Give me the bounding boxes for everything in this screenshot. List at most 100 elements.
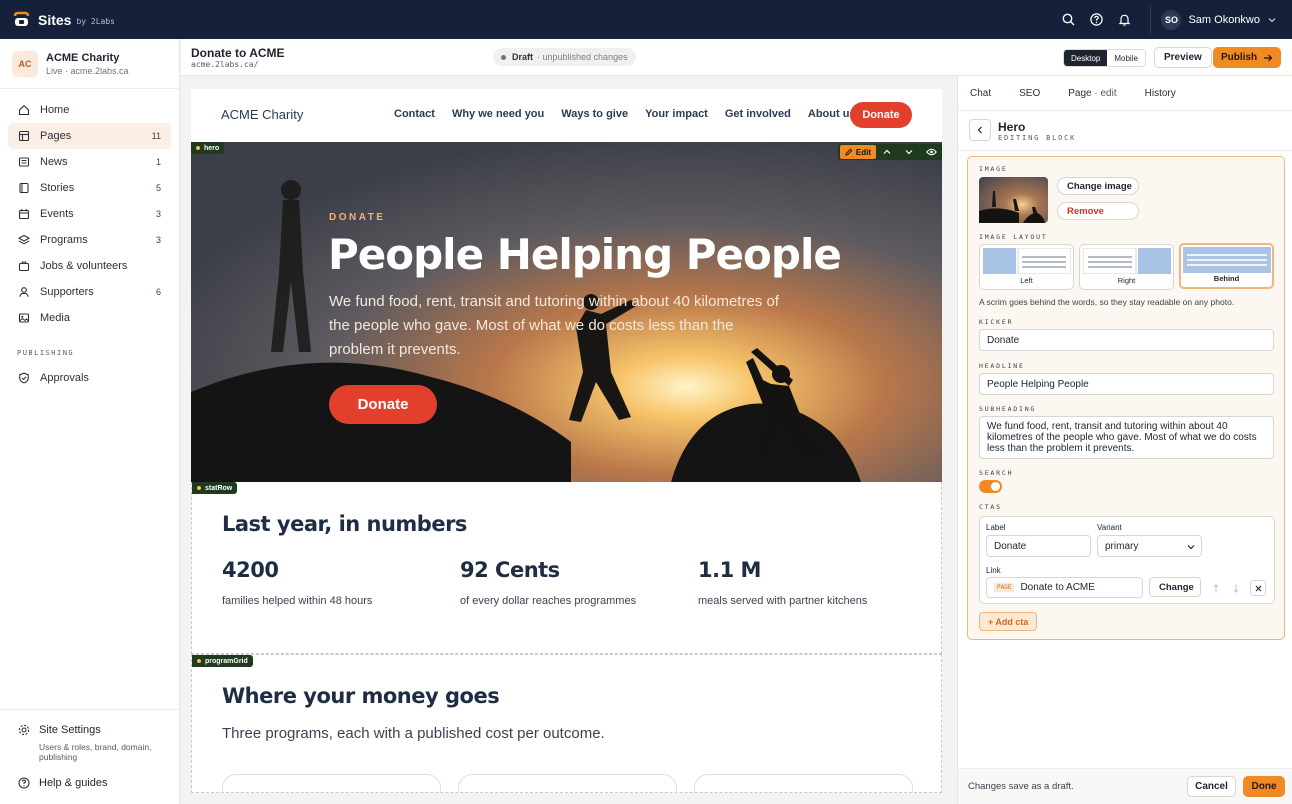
help-guides-link[interactable]: Help & guides <box>18 777 108 789</box>
tab-chat[interactable]: Chat <box>970 88 991 99</box>
block-tag-statrow[interactable]: statRow <box>192 482 238 494</box>
save-hint: Changes save as a draft. <box>968 781 1074 792</box>
user-name: Sam Okonkwo <box>1188 13 1260 26</box>
sidebar-item-label: Jobs & volunteers <box>40 260 128 272</box>
mobile-toggle[interactable]: Mobile <box>1107 50 1145 66</box>
kicker-input[interactable]: Donate <box>979 329 1274 351</box>
sidebar-item-events[interactable]: Events 3 <box>8 201 171 227</box>
block-tag-programgrid[interactable]: programGrid <box>192 655 253 667</box>
draft-status-badge: Draft · unpublished changes <box>493 48 636 66</box>
cta-variant-label: Variant <box>1097 523 1122 532</box>
site-nav-link[interactable]: Get involved <box>725 108 791 120</box>
program-card[interactable] <box>222 774 441 793</box>
site-nav-link[interactable]: Your impact <box>645 108 708 120</box>
move-down-icon[interactable] <box>898 144 920 160</box>
image-label: IMAGE <box>979 165 1008 173</box>
layout-option-right[interactable]: Right <box>1079 244 1174 290</box>
subheading-label: SUBHEADING <box>979 405 1037 413</box>
stat-label: meals served with partner kitchens <box>698 595 868 607</box>
hero-donate-button[interactable]: Donate <box>329 385 437 424</box>
cta-link-label: Link <box>986 566 1001 575</box>
cta-label-input[interactable]: Donate <box>986 535 1091 557</box>
cta-variant-select[interactable]: primary <box>1097 535 1202 557</box>
sidebar-item-label: Events <box>40 208 74 220</box>
search-icon[interactable] <box>1054 6 1082 34</box>
subheading-textarea[interactable]: We fund food, rent, transit and tutoring… <box>979 416 1274 459</box>
sidebar-item-jobs[interactable]: Jobs & volunteers <box>8 253 171 279</box>
program-card[interactable] <box>694 774 913 793</box>
site-nav-link[interactable]: Why we need you <box>452 108 544 120</box>
stat-value: 1.1 M <box>698 558 761 582</box>
cta-link-field[interactable]: PAGE Donate to ACME <box>986 577 1143 598</box>
site-nav-link[interactable]: Contact <box>394 108 435 120</box>
sidebar-item-label: Media <box>40 312 70 324</box>
layout-right-icon <box>1083 248 1171 274</box>
tab-page[interactable]: Page · edit <box>1068 88 1116 99</box>
done-button[interactable]: Done <box>1243 776 1285 797</box>
sidebar-item-pages[interactable]: Pages 11 <box>8 123 171 149</box>
layout-option-behind[interactable]: Behind <box>1179 243 1274 289</box>
page-toolbar: Donate to ACME acme.2labs.ca/ Draft · un… <box>181 39 1292 76</box>
sidebar-item-stories[interactable]: Stories 5 <box>8 175 171 201</box>
layout-option-left[interactable]: Left <box>979 244 1074 290</box>
sidebar-item-supporters[interactable]: Supporters 6 <box>8 279 171 305</box>
program-grid-block[interactable]: programGrid Where your money goes Three … <box>191 654 942 793</box>
sidebar-item-programs[interactable]: Programs 3 <box>8 227 171 253</box>
hero-image-thumbnail[interactable] <box>979 177 1048 223</box>
edit-block-button[interactable]: Edit <box>839 145 876 159</box>
user-menu[interactable]: SO Sam Okonkwo <box>1150 5 1276 34</box>
site-brand[interactable]: ACME Charity <box>221 107 303 122</box>
desktop-toggle[interactable]: Desktop <box>1064 50 1108 66</box>
arrow-down-icon[interactable] <box>1229 581 1243 595</box>
change-image-button[interactable]: Change image <box>1057 177 1139 195</box>
hero-headline: People Helping People <box>328 230 842 279</box>
site-settings-link[interactable]: Site Settings Users & roles, brand, doma… <box>18 724 169 762</box>
sidebar-item-media[interactable]: Media <box>8 305 171 331</box>
app-logo[interactable]: Sites by 2Labs <box>13 11 115 28</box>
close-icon[interactable] <box>1250 580 1266 596</box>
site-nav-link[interactable]: Ways to give <box>561 108 628 120</box>
ctas-label: CTAS <box>979 503 1002 511</box>
search-toggle[interactable] <box>979 480 1002 493</box>
sidebar-item-count: 3 <box>155 209 161 219</box>
cta-link-change-button[interactable]: Change <box>1149 577 1201 597</box>
image-layout-label: IMAGE LAYOUT <box>979 233 1048 241</box>
top-bar: Sites by 2Labs SO Sam Okonkwo <box>0 0 1292 39</box>
cta-label-label: Label <box>986 523 1006 532</box>
program-card[interactable] <box>458 774 677 793</box>
headline-input[interactable]: People Helping People <box>979 373 1274 395</box>
bell-icon[interactable] <box>1110 6 1138 34</box>
editor-panel: Chat SEO Page · edit History Hero EDITIN… <box>957 76 1292 804</box>
preview-button[interactable]: Preview <box>1154 47 1212 68</box>
app-by: by 2Labs <box>76 16 115 26</box>
move-up-icon[interactable] <box>876 144 898 160</box>
program-heading: Where your money goes <box>222 684 500 708</box>
hero-block[interactable]: hero Edit DONATE People Helping People W… <box>191 142 942 482</box>
briefcase-icon <box>18 261 30 272</box>
back-button[interactable] <box>969 119 991 141</box>
site-nav-link[interactable]: About us <box>808 108 856 120</box>
publish-button[interactable]: Publish <box>1213 47 1281 68</box>
add-cta-button[interactable]: + Add cta <box>979 612 1038 631</box>
tab-seo[interactable]: SEO <box>1019 88 1040 99</box>
toggle-knob <box>991 482 1000 491</box>
stat-row-block[interactable]: statRow Last year, in numbers 4200 famil… <box>191 482 942 654</box>
headline-label: HEADLINE <box>979 362 1025 370</box>
site-donate-button[interactable]: Donate <box>850 102 912 128</box>
sidebar: AC ACME Charity Live · acme.2labs.ca Hom… <box>0 39 180 804</box>
device-toggle: Desktop Mobile <box>1063 49 1146 67</box>
block-tag-hero[interactable]: hero <box>191 142 225 154</box>
page-canvas: ACME Charity Contact Why we need you Way… <box>191 89 942 793</box>
org-switcher[interactable]: AC ACME Charity Live · acme.2labs.ca <box>0 39 179 89</box>
arrow-up-icon[interactable] <box>1209 581 1223 595</box>
cancel-button[interactable]: Cancel <box>1187 776 1236 797</box>
help-icon[interactable] <box>1082 6 1110 34</box>
remove-image-button[interactable]: Remove <box>1057 202 1139 220</box>
eye-icon[interactable] <box>920 144 942 160</box>
sidebar-item-approvals[interactable]: Approvals <box>8 365 171 391</box>
sidebar-item-news[interactable]: News 1 <box>8 149 171 175</box>
stat-label: families helped within 48 hours <box>222 595 373 607</box>
sidebar-item-home[interactable]: Home <box>8 97 171 123</box>
block-subtitle: EDITING BLOCK <box>998 134 1077 142</box>
tab-history[interactable]: History <box>1145 88 1176 99</box>
